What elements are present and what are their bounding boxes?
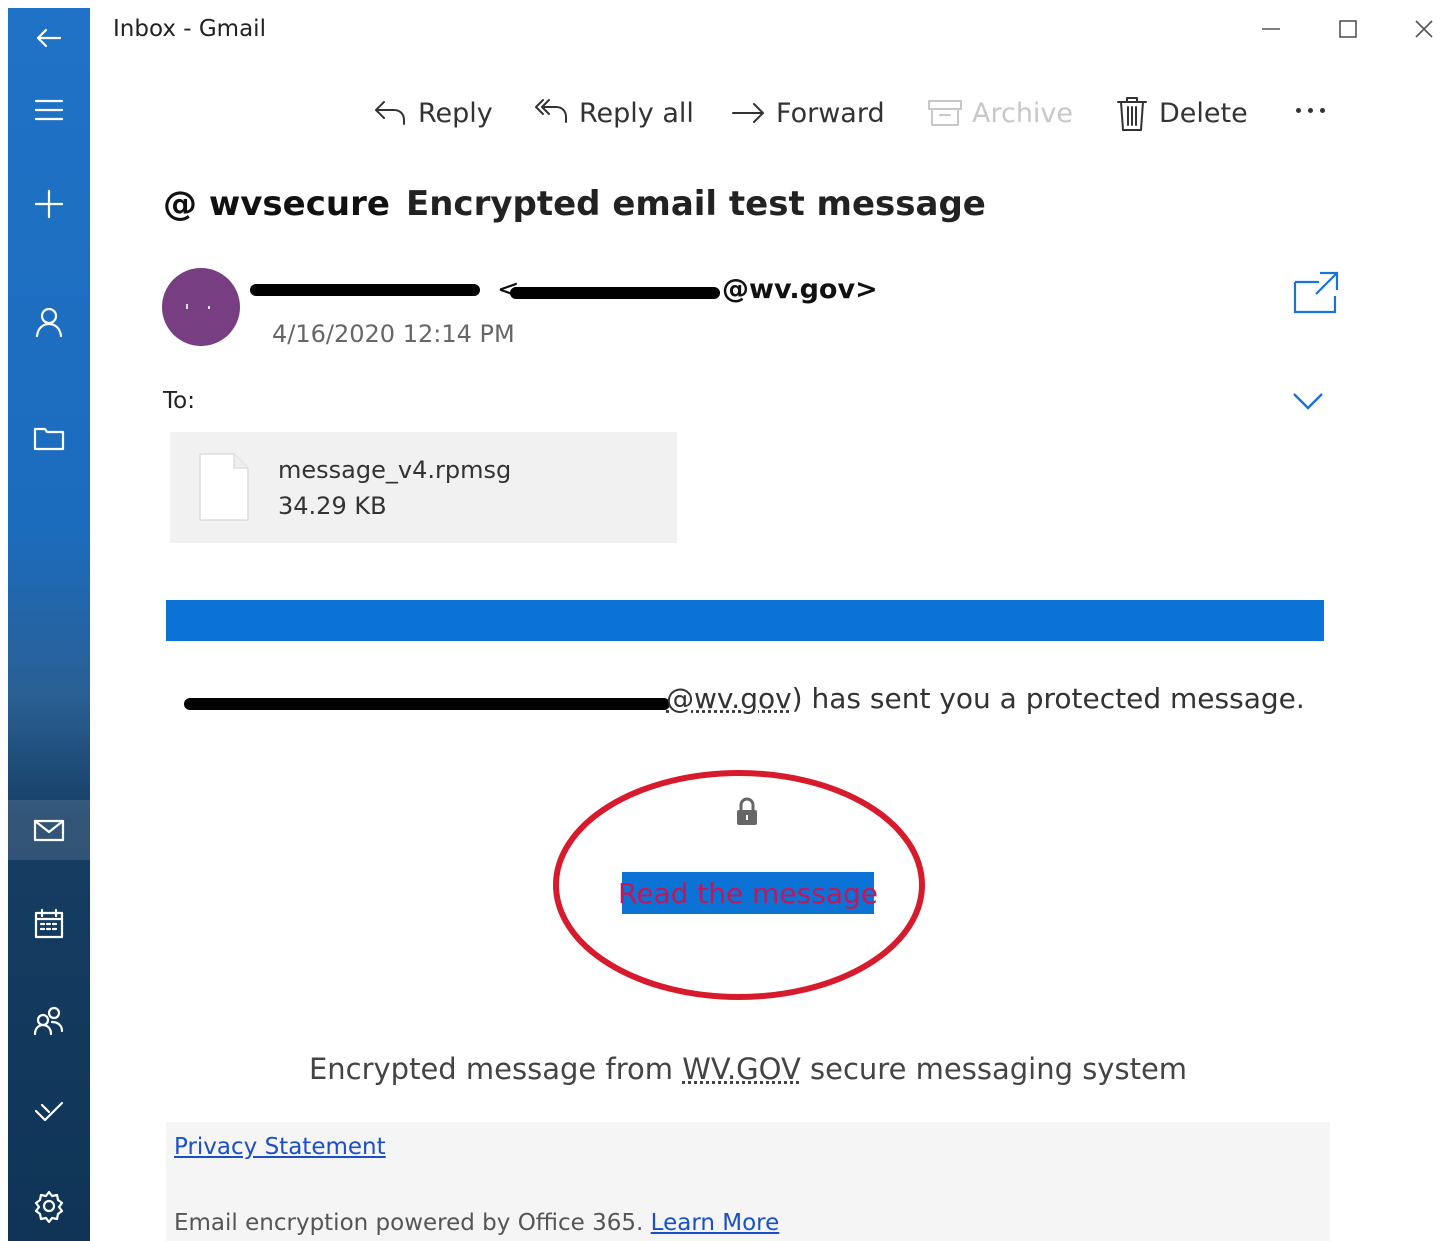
people-icon	[33, 1006, 64, 1036]
maximize-button[interactable]	[1333, 14, 1363, 44]
header-banner	[166, 600, 1324, 641]
learn-more-link[interactable]: Learn More	[651, 1210, 780, 1236]
popout-icon	[1293, 271, 1339, 314]
file-icon	[199, 453, 249, 521]
powered-by-text: Email encryption powered by Office 365. …	[174, 1210, 779, 1236]
back-button[interactable]	[8, 8, 90, 68]
mail-button[interactable]	[8, 800, 90, 860]
reply-icon	[375, 101, 405, 125]
calendar-button[interactable]	[8, 894, 90, 954]
new-mail-button[interactable]	[8, 174, 90, 234]
back-arrow-icon	[36, 28, 62, 48]
folder-icon	[33, 427, 65, 451]
reply-all-button[interactable]: Reply all	[533, 88, 694, 138]
message-subject: Encrypted email test message	[406, 184, 986, 224]
minimize-button[interactable]	[1256, 14, 1286, 44]
checkmark-icon	[34, 1101, 64, 1122]
people-button[interactable]	[8, 990, 90, 1050]
trash-icon	[1117, 97, 1147, 131]
org-link[interactable]: WV.GOV	[682, 1052, 801, 1086]
notice-suffix: secure messaging system	[800, 1052, 1188, 1086]
gear-icon	[34, 1190, 64, 1223]
lock-icon	[737, 797, 757, 825]
powered-by-label: Email encryption powered by Office 365.	[174, 1210, 651, 1236]
accounts-button[interactable]	[8, 292, 90, 352]
folders-button[interactable]	[8, 408, 90, 468]
maximize-icon	[1339, 20, 1357, 38]
privacy-statement-link[interactable]: Privacy Statement	[174, 1134, 386, 1160]
attachment-name: message_v4.rpmsg	[278, 456, 512, 484]
sender-avatar	[162, 268, 240, 346]
notice-prefix: Encrypted message from	[308, 1052, 683, 1086]
delete-button[interactable]: Delete	[1113, 88, 1248, 138]
forward-arrow-icon	[732, 103, 764, 123]
hamburger-menu-icon	[34, 99, 64, 121]
reply-all-icon	[535, 99, 567, 123]
redacted-sender-email	[510, 287, 720, 299]
avatar-mark	[208, 306, 210, 309]
sender-domain-link[interactable]: @wv.gov	[666, 682, 792, 715]
settings-button[interactable]	[8, 1176, 90, 1236]
protected-message-text: @wv.gov) has sent you a protected messag…	[666, 682, 1305, 715]
to-label: To:	[163, 388, 195, 414]
todo-button[interactable]	[8, 1080, 90, 1140]
attachment-size: 34.29 KB	[278, 492, 387, 520]
reply-button[interactable]: Reply	[372, 88, 493, 138]
more-dot	[1308, 107, 1313, 113]
protected-message-suffix: ) has sent you a protected message.	[791, 682, 1305, 715]
delete-label: Delete	[1159, 97, 1248, 129]
minimize-icon	[1262, 28, 1280, 30]
menu-button[interactable]	[8, 80, 90, 140]
forward-label: Forward	[776, 97, 885, 129]
calendar-icon	[34, 908, 64, 939]
encrypted-message-notice: Encrypted message from WV.GOV secure mes…	[0, 1052, 1448, 1086]
message-date: 4/16/2020 12:14 PM	[272, 320, 515, 348]
close-icon	[1415, 20, 1433, 38]
redacted-sender-line	[184, 698, 670, 710]
read-message-button[interactable]: Read the message	[618, 872, 878, 914]
forward-button[interactable]: Forward	[730, 88, 885, 138]
envelope-icon	[33, 819, 65, 842]
avatar-mark	[186, 304, 188, 309]
message-footer: Privacy Statement Email encryption power…	[166, 1122, 1330, 1241]
plus-icon	[34, 189, 64, 219]
subject-tag: @ wvsecure	[163, 184, 390, 224]
attachment-card[interactable]: message_v4.rpmsg 34.29 KB	[170, 432, 677, 543]
reply-label: Reply	[418, 97, 493, 129]
person-icon	[35, 307, 63, 338]
chevron-down-icon	[1293, 393, 1323, 410]
open-in-new-window-button[interactable]	[1292, 270, 1340, 314]
more-dot	[1296, 107, 1301, 113]
sender-domain: @wv.gov>	[722, 274, 878, 305]
window-title: Inbox - Gmail	[113, 16, 266, 42]
close-button[interactable]	[1409, 14, 1439, 44]
expand-recipients-button[interactable]	[1290, 386, 1326, 416]
archive-icon	[928, 100, 962, 126]
archive-label: Archive	[972, 97, 1074, 129]
archive-button[interactable]: Archive	[926, 88, 1073, 138]
redacted-sender-name	[250, 284, 480, 296]
reply-all-label: Reply all	[579, 97, 694, 129]
more-options-button[interactable]	[1296, 100, 1336, 120]
more-dot	[1320, 107, 1325, 113]
